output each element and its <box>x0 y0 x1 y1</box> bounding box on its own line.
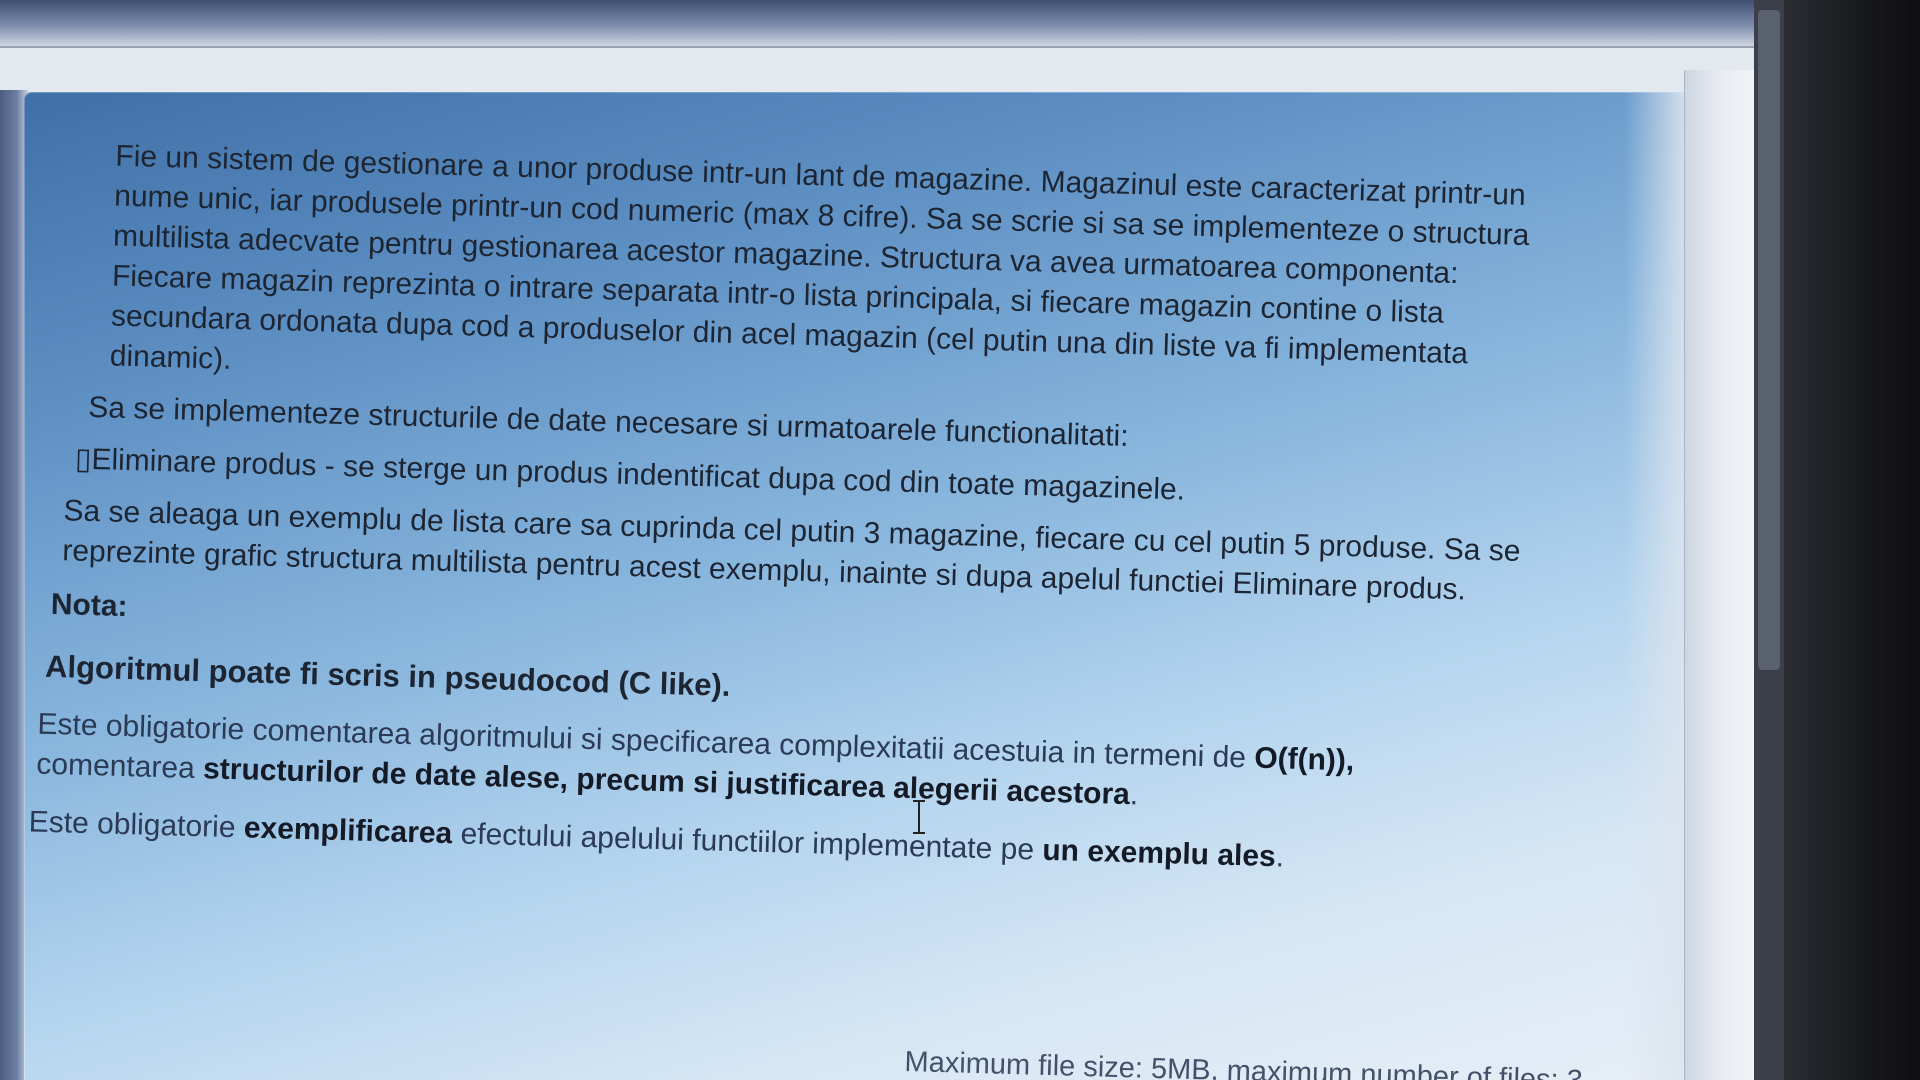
panel-edge <box>1624 92 1684 1080</box>
text-cursor-icon <box>912 800 926 834</box>
scrollbar-thumb[interactable] <box>1758 10 1780 670</box>
obligation-1-text-b: comentarea <box>35 747 204 786</box>
monitor-bezel <box>1784 0 1920 1080</box>
page-scrollbar[interactable] <box>1754 0 1784 1080</box>
obligation-2-text-b: efectului apelului functiilor implementa… <box>451 817 1043 867</box>
assignment-intro: Fie un sistem de gestionare a unor produ… <box>109 139 1530 376</box>
top-divider <box>0 46 1760 48</box>
obligation-2-text-c: . <box>1275 840 1285 874</box>
assignment-content: Fie un sistem de gestionare a unor produ… <box>28 135 1619 898</box>
photographed-screen: Fie un sistem de gestionare a unor produ… <box>0 0 1920 1080</box>
obligation-1-bold-complexity: O(f(n)), <box>1253 741 1355 778</box>
obligation-2-text-a: Este obligatorie <box>28 805 245 845</box>
nota-obligation-1: Este obligatorie comentarea algoritmului… <box>36 705 1478 825</box>
obligation-1-text-c: . <box>1129 778 1139 812</box>
obligation-2-bold-example: un exemplu ales <box>1041 833 1277 874</box>
browser-top-band <box>0 0 1760 48</box>
obligation-2-bold-exemplificarea: exemplificarea <box>243 811 453 851</box>
right-frame <box>1684 70 1755 1080</box>
